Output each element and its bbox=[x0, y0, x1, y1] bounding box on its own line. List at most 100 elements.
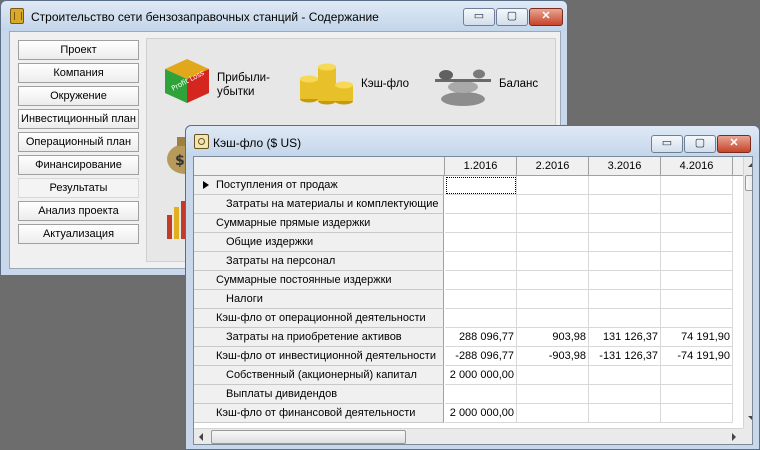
row-header[interactable]: Кэш-фло от операционной деятельности bbox=[194, 309, 444, 328]
row-header[interactable]: Налоги bbox=[194, 290, 444, 309]
row-header[interactable]: Суммарные постоянные издержки bbox=[194, 271, 444, 290]
profit-loss-tile[interactable]: Profit Loss Прибыли- убытки bbox=[161, 53, 291, 113]
table-cell[interactable] bbox=[517, 176, 589, 195]
table-cell[interactable] bbox=[661, 309, 733, 328]
table-row[interactable]: Кэш-фло от операционной деятельности bbox=[194, 309, 744, 328]
table-row[interactable]: Выплаты дивидендов bbox=[194, 385, 744, 404]
table-cell[interactable] bbox=[517, 366, 589, 385]
table-cell[interactable] bbox=[517, 271, 589, 290]
table-cell[interactable] bbox=[517, 195, 589, 214]
cashflow-grid[interactable]: 1.2016 2.2016 3.2016 4.2016 Поступления … bbox=[193, 156, 753, 445]
table-row[interactable]: Затраты на приобретение активов 288 096,7… bbox=[194, 328, 744, 347]
selected-cell[interactable] bbox=[445, 176, 517, 195]
table-cell[interactable] bbox=[661, 195, 733, 214]
table-row[interactable]: Собственный (акционерный) капитал 2 000 0… bbox=[194, 366, 744, 385]
column-header[interactable]: 1.2016 bbox=[445, 157, 517, 176]
nav-environment[interactable]: Окружение bbox=[18, 86, 139, 106]
table-cell[interactable]: -903,98 bbox=[517, 347, 589, 366]
row-header[interactable]: Общие издержки bbox=[194, 233, 444, 252]
table-cell[interactable] bbox=[517, 404, 589, 423]
minimize-button[interactable]: ▭ bbox=[463, 8, 495, 26]
table-cell[interactable] bbox=[661, 366, 733, 385]
table-cell[interactable] bbox=[445, 385, 517, 404]
nav-update[interactable]: Актуализация bbox=[18, 224, 139, 244]
row-header[interactable]: Затраты на персонал bbox=[194, 252, 444, 271]
table-row[interactable]: Налоги bbox=[194, 290, 744, 309]
row-header[interactable]: Суммарные прямые издержки bbox=[194, 214, 444, 233]
table-cell[interactable] bbox=[589, 385, 661, 404]
table-cell[interactable] bbox=[517, 252, 589, 271]
table-cell[interactable]: 2 000 000,00 bbox=[445, 404, 517, 423]
table-cell[interactable] bbox=[589, 176, 661, 195]
child-minimize-button[interactable]: ▭ bbox=[651, 135, 683, 153]
row-header[interactable]: Затраты на приобретение активов bbox=[194, 328, 444, 347]
table-cell[interactable]: -288 096,77 bbox=[445, 347, 517, 366]
row-header[interactable]: Собственный (акционерный) капитал bbox=[194, 366, 444, 385]
table-cell[interactable] bbox=[589, 214, 661, 233]
table-cell[interactable] bbox=[589, 233, 661, 252]
table-cell[interactable] bbox=[661, 271, 733, 290]
nav-financing[interactable]: Финансирование bbox=[18, 155, 139, 175]
nav-results[interactable]: Результаты bbox=[18, 178, 139, 198]
table-cell[interactable] bbox=[517, 214, 589, 233]
row-header[interactable]: Поступления от продаж bbox=[194, 176, 444, 195]
table-cell[interactable] bbox=[445, 252, 517, 271]
scroll-right-icon[interactable] bbox=[732, 433, 736, 441]
scroll-up-icon[interactable] bbox=[748, 163, 752, 167]
vertical-scrollbar[interactable] bbox=[743, 157, 752, 428]
table-row[interactable]: Кэш-фло от инвестиционной деятельности -2… bbox=[194, 347, 744, 366]
column-header[interactable]: 2.2016 bbox=[517, 157, 589, 176]
table-cell[interactable] bbox=[661, 252, 733, 271]
table-cell[interactable] bbox=[445, 233, 517, 252]
close-button[interactable]: ✕ bbox=[529, 8, 563, 26]
scroll-left-icon[interactable] bbox=[199, 433, 203, 441]
table-cell[interactable] bbox=[661, 404, 733, 423]
table-cell[interactable] bbox=[589, 271, 661, 290]
cashflow-tile[interactable]: Кэш-фло bbox=[299, 53, 419, 113]
balance-tile[interactable]: Баланс bbox=[433, 53, 553, 113]
table-row[interactable]: Общие издержки bbox=[194, 233, 744, 252]
table-cell[interactable]: -131 126,37 bbox=[589, 347, 661, 366]
horizontal-scroll-thumb[interactable] bbox=[211, 430, 406, 444]
table-row[interactable]: Поступления от продаж bbox=[194, 176, 744, 195]
table-cell[interactable]: -74 191,90 bbox=[661, 347, 733, 366]
column-header[interactable]: 3.2016 bbox=[589, 157, 661, 176]
maximize-button[interactable]: ▢ bbox=[496, 8, 528, 26]
horizontal-scrollbar[interactable] bbox=[194, 428, 743, 444]
row-header[interactable]: Кэш-фло от инвестиционной деятельности bbox=[194, 347, 444, 366]
table-row[interactable]: Затраты на персонал bbox=[194, 252, 744, 271]
table-row[interactable]: Суммарные постоянные издержки bbox=[194, 271, 744, 290]
table-cell[interactable] bbox=[517, 290, 589, 309]
table-cell[interactable] bbox=[661, 214, 733, 233]
cashflow-titlebar[interactable]: Кэш-фло ($ US) ▭ ▢ ✕ bbox=[186, 126, 759, 158]
table-cell[interactable] bbox=[589, 366, 661, 385]
row-header[interactable]: Кэш-фло от финансовой деятельности bbox=[194, 404, 444, 423]
table-cell[interactable] bbox=[445, 309, 517, 328]
table-cell[interactable] bbox=[661, 233, 733, 252]
table-cell[interactable] bbox=[661, 385, 733, 404]
nav-project[interactable]: Проект bbox=[18, 40, 139, 60]
table-row[interactable]: Суммарные прямые издержки bbox=[194, 214, 744, 233]
table-cell[interactable] bbox=[445, 271, 517, 290]
table-cell[interactable] bbox=[589, 195, 661, 214]
table-cell[interactable] bbox=[445, 290, 517, 309]
table-cell[interactable] bbox=[517, 309, 589, 328]
main-titlebar[interactable]: Строительство сети бензозаправочных стан… bbox=[1, 1, 567, 31]
table-cell[interactable]: 903,98 bbox=[517, 328, 589, 347]
scroll-down-icon[interactable] bbox=[748, 416, 752, 420]
table-cell[interactable] bbox=[589, 309, 661, 328]
table-cell[interactable] bbox=[517, 233, 589, 252]
table-cell[interactable] bbox=[445, 214, 517, 233]
table-cell[interactable] bbox=[589, 404, 661, 423]
table-cell[interactable] bbox=[589, 252, 661, 271]
child-close-button[interactable]: ✕ bbox=[717, 135, 751, 153]
table-cell[interactable] bbox=[517, 385, 589, 404]
table-cell[interactable]: 288 096,77 bbox=[445, 328, 517, 347]
nav-company[interactable]: Компания bbox=[18, 63, 139, 83]
nav-project-analysis[interactable]: Анализ проекта bbox=[18, 201, 139, 221]
vertical-scroll-thumb[interactable] bbox=[745, 175, 752, 191]
table-cell[interactable] bbox=[445, 195, 517, 214]
table-cell[interactable] bbox=[661, 290, 733, 309]
table-row[interactable]: Затраты на материалы и комплектующие bbox=[194, 195, 744, 214]
table-cell[interactable]: 2 000 000,00 bbox=[445, 366, 517, 385]
